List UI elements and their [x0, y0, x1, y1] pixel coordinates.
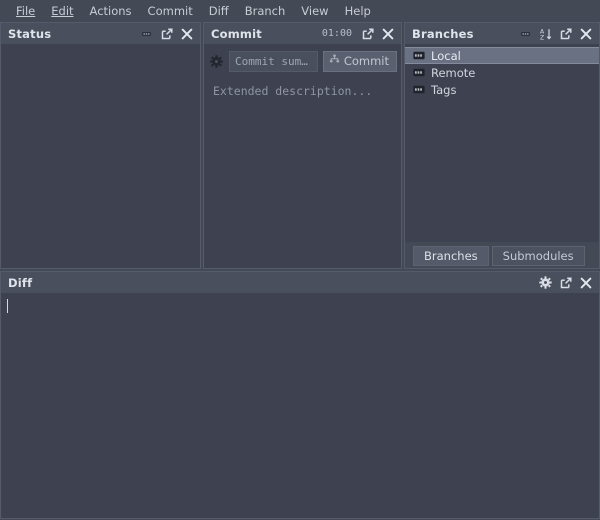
- commit-summary-row: Commit sum… Commit: [208, 50, 397, 72]
- commit-branch-icon: [329, 54, 340, 68]
- menu-item-file-label: File: [16, 3, 36, 18]
- branches-panel: Branches A Z Local Remote Tags Branches …: [404, 22, 600, 269]
- tab-branches-label: Branches: [424, 249, 478, 263]
- menu-item-help-label: Help: [344, 3, 371, 18]
- sort-icon[interactable]: A Z: [539, 27, 552, 40]
- menu-item-help[interactable]: Help: [337, 2, 379, 20]
- branches-tree-item-label: Tags: [431, 82, 457, 97]
- menu-item-diff-label: Diff: [208, 3, 229, 18]
- branches-tree-item-local[interactable]: Local: [405, 47, 599, 64]
- menu-item-view[interactable]: View: [293, 2, 336, 20]
- status-panel-body[interactable]: [1, 44, 200, 268]
- minimize-icon[interactable]: [140, 27, 153, 40]
- status-panel: Status: [0, 22, 201, 269]
- commit-panel-title: Commit: [211, 26, 262, 41]
- drawer-icon: [413, 51, 425, 60]
- drawer-icon: [413, 68, 425, 77]
- menu-item-actions-label: Actions: [89, 3, 132, 18]
- gear-icon[interactable]: [539, 276, 552, 289]
- popout-icon[interactable]: [361, 27, 374, 40]
- branches-header-icons: A Z: [519, 27, 594, 40]
- menu-item-view-label: View: [301, 3, 329, 18]
- diff-dock-row: Diff: [0, 269, 600, 520]
- minimize-icon[interactable]: [519, 27, 532, 40]
- popout-icon[interactable]: [160, 27, 173, 40]
- diff-header-icons: [539, 276, 594, 289]
- menu-item-commit[interactable]: Commit: [140, 2, 201, 20]
- commit-panel-content: Commit sum… Commit Extended description.…: [204, 44, 401, 268]
- text-caret: [7, 299, 8, 313]
- gear-icon[interactable]: [208, 52, 224, 70]
- commit-header-icons: [361, 27, 396, 40]
- tab-submodules[interactable]: Submodules: [491, 246, 585, 266]
- menu-item-actions[interactable]: Actions: [82, 2, 140, 20]
- top-dock-row: Status Commit 01:00 Commit sum… Commit E…: [0, 21, 600, 269]
- branches-dock-tabbar: Branches Submodules: [405, 242, 599, 268]
- menu-item-edit[interactable]: Edit: [43, 2, 81, 20]
- commit-description-input[interactable]: Extended description...: [208, 79, 397, 264]
- status-header-icons: [140, 27, 195, 40]
- diff-panel-body[interactable]: [1, 293, 599, 518]
- menu-item-diff[interactable]: Diff: [201, 2, 237, 20]
- diff-panel: Diff: [0, 271, 600, 519]
- menu-item-branch-label: Branch: [244, 3, 286, 18]
- popout-icon[interactable]: [559, 276, 572, 289]
- commit-panel-body: Commit sum… Commit Extended description.…: [204, 44, 401, 268]
- application-window: File Edit Actions Commit Diff Branch Vie…: [0, 0, 600, 520]
- close-icon[interactable]: [180, 27, 193, 40]
- close-icon[interactable]: [579, 27, 592, 40]
- commit-panel: Commit 01:00 Commit sum… Commit Extended…: [203, 22, 402, 269]
- commit-panel-header: Commit 01:00: [204, 23, 401, 44]
- commit-button[interactable]: Commit: [322, 50, 397, 72]
- menu-item-commit-label: Commit: [147, 3, 193, 18]
- branches-tree-item-label: Local: [431, 48, 461, 63]
- commit-summary-input[interactable]: Commit sum…: [229, 50, 318, 72]
- branches-tree-item-remote[interactable]: Remote: [405, 64, 599, 81]
- branches-tree-item-label: Remote: [431, 65, 476, 80]
- popout-icon[interactable]: [559, 27, 572, 40]
- branches-tree: Local Remote Tags: [405, 44, 599, 98]
- diff-panel-header: Diff: [1, 272, 599, 293]
- branches-panel-header: Branches A Z: [405, 23, 599, 44]
- close-icon[interactable]: [579, 276, 592, 289]
- drawer-icon: [413, 85, 425, 94]
- tab-submodules-label: Submodules: [502, 249, 574, 263]
- menu-item-branch[interactable]: Branch: [237, 2, 294, 20]
- status-panel-header: Status: [1, 23, 200, 44]
- diff-panel-title: Diff: [8, 275, 33, 290]
- menu-bar: File Edit Actions Commit Diff Branch Vie…: [0, 0, 600, 21]
- diff-content: [1, 293, 599, 301]
- commit-timer: 01:00: [321, 28, 352, 39]
- branches-panel-title: Branches: [412, 26, 474, 41]
- branches-tree-item-tags[interactable]: Tags: [405, 81, 599, 98]
- branches-panel-body: Local Remote Tags: [405, 44, 599, 242]
- close-icon[interactable]: [381, 27, 394, 40]
- commit-button-label: Commit: [343, 54, 389, 68]
- status-panel-title: Status: [8, 26, 52, 41]
- tab-branches[interactable]: Branches: [413, 246, 489, 266]
- svg-text:Z: Z: [540, 34, 544, 40]
- menu-item-file[interactable]: File: [8, 2, 43, 20]
- menu-item-edit-label: Edit: [51, 3, 74, 18]
